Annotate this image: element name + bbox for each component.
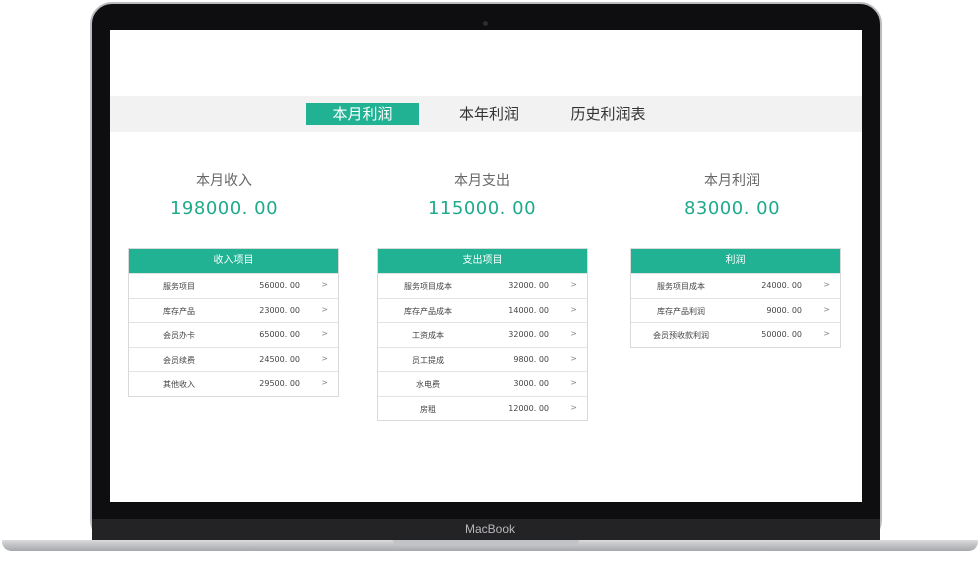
chevron-right-icon[interactable]: > (823, 280, 830, 289)
chevron-right-icon[interactable]: > (321, 354, 328, 363)
profit-row-service-cost[interactable]: 服务项目成本 24000. 00 > (631, 273, 840, 298)
chevron-right-icon[interactable]: > (823, 329, 830, 338)
expense-row-commission[interactable]: 员工提成 9800. 00 > (378, 346, 587, 372)
row-name: 水电费 (416, 380, 440, 389)
income-panel-title: 收入项目 (129, 249, 338, 273)
chevron-right-icon[interactable]: > (570, 280, 577, 289)
expense-row-service-cost[interactable]: 服务项目成本 32000. 00 > (378, 273, 587, 298)
chevron-right-icon[interactable]: > (570, 329, 577, 338)
row-name: 库存产品成本 (404, 306, 452, 316)
expense-items-panel: 支出项目 服务项目成本 32000. 00 > 库存产品成本 14000. 00… (377, 248, 588, 421)
chevron-right-icon[interactable]: > (570, 403, 577, 412)
row-value: 29500. 00 (259, 379, 300, 388)
row-name: 服务项目成本 (657, 282, 705, 291)
row-name: 库存产品 (163, 306, 195, 316)
device-brand-label: MacBook (464, 522, 516, 536)
expense-row-inventory-cost[interactable]: 库存产品成本 14000. 00 > (378, 297, 587, 323)
chevron-right-icon[interactable]: > (321, 305, 328, 314)
profit-items-panel: 利润 服务项目成本 24000. 00 > 库存产品利润 9000. 00 > … (630, 248, 841, 348)
row-value: 24500. 00 (259, 354, 300, 364)
summary-income-label: 本月收入 (196, 173, 252, 189)
chevron-right-icon[interactable]: > (321, 280, 328, 289)
income-row-service[interactable]: 服务项目 56000. 00 > (129, 273, 338, 298)
chevron-right-icon[interactable]: > (823, 305, 830, 314)
row-name: 库存产品利润 (657, 306, 705, 316)
summary-profit-value: 83000. 00 (683, 198, 781, 219)
income-row-membership-card[interactable]: 会员办卡 65000. 00 > (129, 322, 338, 347)
chevron-right-icon[interactable]: > (321, 378, 328, 387)
row-name: 房租 (420, 404, 436, 414)
summary-income: 本月收入 198000. 00 (124, 170, 324, 219)
chevron-right-icon[interactable]: > (321, 329, 328, 338)
row-name: 会员续费 (163, 355, 195, 365)
profit-row-inventory-profit[interactable]: 库存产品利润 9000. 00 > (631, 297, 840, 323)
profit-panel-title: 利润 (631, 249, 840, 273)
row-value: 56000. 00 (259, 281, 300, 290)
row-value: 14000. 00 (508, 305, 549, 315)
row-value: 65000. 00 (259, 330, 300, 339)
chevron-right-icon[interactable]: > (570, 354, 577, 363)
row-value: 9800. 00 (513, 354, 549, 364)
expense-row-utilities[interactable]: 水电费 3000. 00 > (378, 371, 587, 396)
income-row-inventory[interactable]: 库存产品 23000. 00 > (129, 297, 338, 323)
app-screen: 本月利润 本年利润 历史利润表 本月收入 198000. 00 本月支出 115… (110, 30, 862, 502)
tab-yearly-profit[interactable]: 本年利润 (444, 103, 534, 125)
row-name: 其他收入 (163, 380, 195, 389)
row-value: 50000. 00 (761, 330, 802, 339)
row-name: 员工提成 (412, 355, 444, 365)
summary-profit-label: 本月利润 (704, 173, 760, 189)
row-value: 12000. 00 (508, 403, 549, 413)
row-value: 32000. 00 (508, 330, 549, 339)
row-value: 23000. 00 (259, 305, 300, 315)
row-name: 会员办卡 (163, 331, 195, 340)
camera-icon (483, 21, 488, 26)
row-name: 工资成本 (412, 331, 444, 340)
income-items-panel: 收入项目 服务项目 56000. 00 > 库存产品 23000. 00 > 会… (128, 248, 339, 397)
tab-bar: 本月利润 本年利润 历史利润表 (110, 96, 862, 132)
summary-expense-value: 115000. 00 (427, 198, 537, 219)
expense-panel-title: 支出项目 (378, 249, 587, 273)
chevron-right-icon[interactable]: > (570, 378, 577, 387)
laptop-base-notch (393, 540, 579, 546)
income-row-membership-renewal[interactable]: 会员续费 24500. 00 > (129, 346, 338, 372)
row-value: 3000. 00 (513, 379, 549, 388)
chevron-right-icon[interactable]: > (570, 305, 577, 314)
profit-row-member-prepaid[interactable]: 会员预收款利润 50000. 00 > (631, 322, 840, 347)
summary-income-value: 198000. 00 (169, 198, 279, 219)
row-name: 服务项目 (163, 282, 195, 291)
expense-row-salary[interactable]: 工资成本 32000. 00 > (378, 322, 587, 347)
row-value: 24000. 00 (761, 281, 802, 290)
tab-profit-history[interactable]: 历史利润表 (558, 103, 658, 125)
expense-row-rent[interactable]: 房租 12000. 00 > (378, 395, 587, 421)
row-value: 9000. 00 (766, 305, 802, 315)
income-row-other[interactable]: 其他收入 29500. 00 > (129, 371, 338, 396)
row-value: 32000. 00 (508, 281, 549, 290)
row-name: 会员预收款利润 (653, 331, 709, 340)
summary-expense: 本月支出 115000. 00 (382, 170, 582, 219)
summary-profit: 本月利润 83000. 00 (632, 170, 832, 219)
summary-expense-label: 本月支出 (454, 173, 510, 189)
tab-monthly-profit[interactable]: 本月利润 (306, 103, 419, 125)
row-name: 服务项目成本 (404, 282, 452, 291)
